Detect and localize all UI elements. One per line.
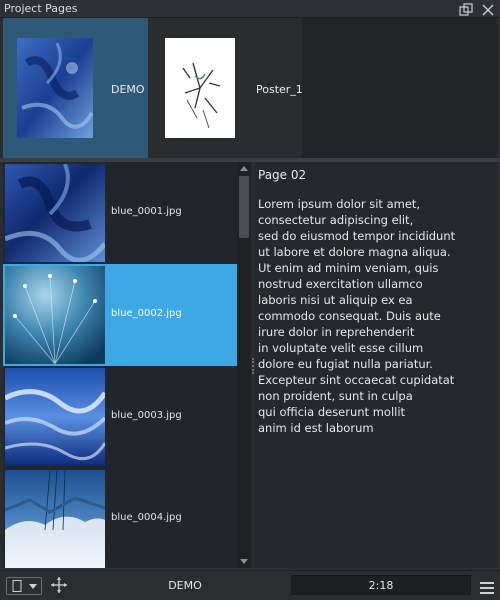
scrollbar-thumb[interactable]: [239, 176, 249, 238]
text-line: commodo consequat. Duis aute: [258, 309, 441, 323]
text-line: Lorem ipsum dolor sit amet,: [258, 197, 421, 211]
image-list-scrollbar[interactable]: [237, 162, 251, 568]
text-line: anim id est laborum: [258, 421, 374, 435]
pages-empty-area: [302, 18, 497, 158]
current-page-label: DEMO: [168, 579, 202, 592]
text-line: dolore eu fugiat nulla pariatur.: [258, 357, 433, 371]
bottom-toolbar: DEMO 2:18: [0, 570, 500, 600]
move-icon[interactable]: [50, 576, 68, 594]
hamburger-menu-icon[interactable]: [480, 579, 494, 594]
page-thumbnail: [165, 38, 235, 138]
list-item[interactable]: blue_0001.jpg: [3, 162, 237, 264]
text-line: in voluptate velit esse cillum: [258, 341, 424, 355]
close-icon[interactable]: [481, 2, 495, 16]
image-filename: blue_0001.jpg: [111, 206, 182, 217]
text-line: irure dolor in reprehenderit: [258, 325, 415, 339]
page-thumbnail: [17, 38, 93, 138]
image-filename: blue_0003.jpg: [111, 410, 182, 421]
page-text-title: Page 02: [258, 168, 307, 182]
page-item-poster[interactable]: Poster_1: [150, 18, 303, 158]
page-mode-button[interactable]: [6, 577, 42, 595]
page-item-demo[interactable]: DEMO: [3, 18, 148, 158]
image-thumbnail: [5, 164, 105, 262]
page-name: Poster_1: [256, 83, 303, 96]
text-line: laboris nisi ut aliquip ex ea: [258, 293, 413, 307]
splitter-grip-icon[interactable]: [252, 358, 254, 374]
page-name: DEMO: [111, 83, 145, 96]
image-thumbnail: [5, 470, 105, 568]
float-window-icon[interactable]: [459, 2, 473, 16]
text-line: Ut enim ad minim veniam, quis: [258, 261, 439, 275]
text-line: ut labore et dolore magna aliqua.: [258, 245, 451, 259]
text-line: Excepteur sint occaecat cupidatat: [258, 373, 455, 387]
timecode-field[interactable]: 2:18: [291, 575, 471, 595]
panel-titlebar: Project Pages: [0, 0, 500, 18]
text-line: non proident, sunt in culpa: [258, 389, 413, 403]
image-thumbnail: [5, 368, 105, 466]
list-item[interactable]: blue_0004.jpg: [3, 468, 237, 568]
text-line: consectetur adipiscing elit,: [258, 213, 414, 227]
image-filename: blue_0002.jpg: [111, 308, 182, 319]
scroll-down-icon[interactable]: [240, 557, 248, 565]
pages-strip: DEMO Poster_1: [0, 18, 500, 158]
text-line: qui officia deserunt mollit: [258, 405, 406, 419]
text-line: nostrud exercitation ullamco: [258, 277, 423, 291]
image-list[interactable]: blue_0001.jpg blue_0002.jpg blue_0003.jp…: [3, 162, 237, 568]
image-thumbnail: [5, 266, 105, 364]
image-filename: blue_0004.jpg: [111, 512, 182, 523]
panel-title: Project Pages: [4, 2, 78, 15]
scroll-up-icon[interactable]: [240, 165, 248, 173]
page-mode-icon: [12, 580, 37, 592]
page-text-panel[interactable]: Page 02 Lorem ipsum dolor sit amet, cons…: [255, 162, 498, 568]
list-item[interactable]: blue_0002.jpg: [3, 264, 237, 366]
text-line: sed do eiusmod tempor incididunt: [258, 229, 456, 243]
list-item[interactable]: blue_0003.jpg: [3, 366, 237, 468]
